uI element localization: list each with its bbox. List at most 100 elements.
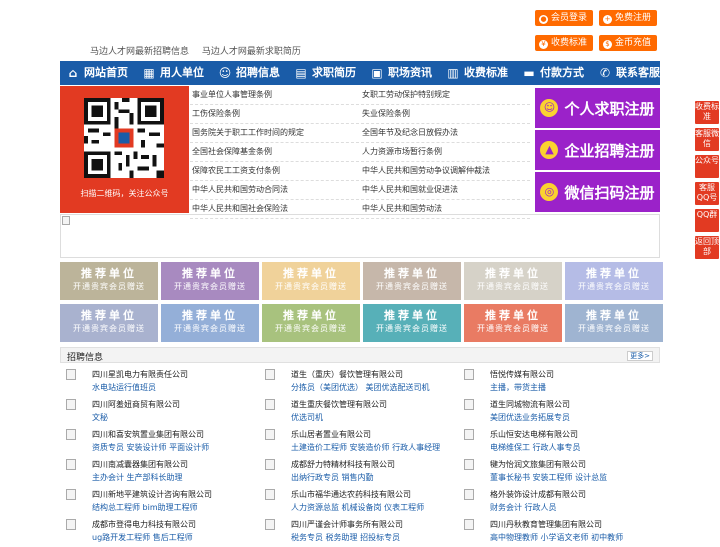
banner-ad[interactable] [60, 214, 660, 258]
company-name[interactable]: 四川阿羞妞商贸有限公司 [92, 399, 180, 410]
recommended-unit-tile[interactable]: 推荐单位 开通贵宾会员赠送 [262, 262, 360, 300]
float-qq-group[interactable]: QQ群 [695, 209, 719, 232]
nav-news[interactable]: ▣ 职场资讯 [364, 61, 440, 85]
company-logo-icon[interactable] [66, 489, 76, 500]
nav-support[interactable]: ✆ 联系客服 [592, 61, 668, 85]
job-positions[interactable]: 分拣员（美团优选） 美团优选配送司机 [291, 382, 430, 393]
job-positions[interactable]: 高中物理教师 小学语文老师 初中教师 [490, 532, 623, 543]
job-positions[interactable]: 电梯维保工 行政人事专员 [490, 442, 581, 453]
article-link[interactable]: 中华人民共和国就业促进法 [360, 181, 530, 199]
company-logo-icon[interactable] [66, 399, 76, 410]
job-positions[interactable]: 美团优选业务拓展专员 [490, 412, 570, 423]
job-positions[interactable]: 资质专员 安装设计师 平面设计师 [92, 442, 209, 453]
company-name[interactable]: 道生重庆餐饮管理有限公司 [291, 399, 387, 410]
job-positions[interactable]: 税务专员 税务助理 招投标专员 [291, 532, 400, 543]
article-link[interactable]: 中华人民共和国劳动合同法 [190, 181, 360, 199]
personal-register-button[interactable]: ☺ 个人求职注册 [535, 88, 660, 128]
job-positions[interactable]: 优选司机 [291, 412, 323, 423]
recharge-button[interactable]: $ 金币充值 [599, 35, 658, 51]
job-positions[interactable]: 董事长秘书 安装工程师 设计总监 [490, 472, 607, 483]
float-back-to-top[interactable]: 返回顶部 [695, 236, 719, 259]
company-logo-icon[interactable] [265, 369, 275, 380]
nav-employers[interactable]: ▦ 用人单位 [136, 61, 212, 85]
job-positions[interactable]: 主办会计 生产部科长助理 [92, 472, 183, 483]
recommended-unit-tile[interactable]: 推荐单位 开通贵宾会员赠送 [363, 262, 461, 300]
company-name[interactable]: 格外装饰设计成都有限公司 [490, 489, 586, 500]
float-wechat[interactable]: 客服微信 [695, 128, 719, 151]
login-button[interactable]: ● 会员登录 [535, 10, 594, 26]
recommended-unit-tile[interactable]: 推荐单位 开通贵宾会员赠送 [161, 262, 259, 300]
article-link[interactable]: 国务院关于职工工作时间的规定 [190, 124, 360, 142]
job-positions[interactable]: 主播，带货主播 [490, 382, 546, 393]
company-name[interactable]: 乐山恒安达电梯有限公司 [490, 429, 578, 440]
company-logo-icon[interactable] [265, 399, 275, 410]
recommended-unit-tile[interactable]: 推荐单位 开通贵宾会员赠送 [565, 304, 663, 342]
company-logo-icon[interactable] [464, 399, 474, 410]
company-logo-icon[interactable] [66, 459, 76, 470]
article-link[interactable]: 女职工劳动保护特别规定 [360, 86, 530, 104]
article-link[interactable]: 全国社会保障基金条例 [190, 143, 360, 161]
company-name[interactable]: 道生（重庆）餐饮管理有限公司 [291, 369, 403, 380]
company-name[interactable]: 四川严谨会计师事务所有限公司 [291, 519, 403, 530]
article-link[interactable]: 失业保险条例 [360, 105, 530, 123]
company-name[interactable]: 乐山居者置业有限公司 [291, 429, 371, 440]
recommended-unit-tile[interactable]: 推荐单位 开通贵宾会员赠送 [262, 304, 360, 342]
pricing-button[interactable]: ¥ 收费标准 [535, 35, 594, 51]
nav-payment[interactable]: ▬ 付款方式 [516, 61, 592, 85]
recommended-unit-tile[interactable]: 推荐单位 开通贵宾会员赠送 [363, 304, 461, 342]
company-name[interactable]: 悟悦传媒有限公司 [490, 369, 554, 380]
company-logo-icon[interactable] [464, 459, 474, 470]
company-logo-icon[interactable] [66, 369, 76, 380]
company-name[interactable]: 四川南减囊器集团有限公司 [92, 459, 188, 470]
company-logo-icon[interactable] [265, 519, 275, 530]
latest-jobs-link[interactable]: 马边人才网最新招聘信息 [90, 47, 189, 57]
float-official-account[interactable]: 公众号 [695, 155, 719, 178]
job-positions[interactable]: 财务会计 行政人员 [490, 502, 557, 513]
company-logo-icon[interactable] [464, 429, 474, 440]
job-positions[interactable]: 水电站运行值班员 [92, 382, 156, 393]
company-name[interactable]: 乐山市福华通达农药科技有限公司 [291, 489, 411, 500]
recommended-unit-tile[interactable]: 推荐单位 开通贵宾会员赠送 [161, 304, 259, 342]
recommended-unit-tile[interactable]: 推荐单位 开通贵宾会员赠送 [60, 304, 158, 342]
nav-home[interactable]: ⌂ 网站首页 [60, 61, 136, 85]
job-positions[interactable]: 出纳行政专员 销售内勤 [291, 472, 374, 483]
company-logo-icon[interactable] [265, 459, 275, 470]
float-qq[interactable]: 客服QQ号 [695, 182, 719, 205]
recommended-unit-tile[interactable]: 推荐单位 开通贵宾会员赠送 [565, 262, 663, 300]
job-positions[interactable]: 人力资源总监 机械设备岗 仪表工程师 [291, 502, 424, 513]
company-name[interactable]: 成都舒力特精材科技有限公司 [291, 459, 395, 470]
company-name[interactable]: 成都市登得电力科技有限公司 [92, 519, 196, 530]
article-link[interactable]: 工伤保险条例 [190, 105, 360, 123]
wechat-register-button[interactable]: ◎ 微信扫码注册 [535, 172, 660, 212]
job-positions[interactable]: 土建造价工程师 安装造价师 行政人事经理 [291, 442, 440, 453]
article-link[interactable]: 事业单位人事管理条例 [190, 86, 360, 104]
article-link[interactable]: 保障农民工工资支付条例 [190, 162, 360, 180]
company-name[interactable]: 犍为怡润文旅集团有限公司 [490, 459, 586, 470]
company-logo-icon[interactable] [265, 489, 275, 500]
article-link[interactable]: 全国年节及纪念日放假办法 [360, 124, 530, 142]
latest-resumes-link[interactable]: 马边人才网最新求职简历 [202, 47, 301, 57]
job-positions[interactable]: 结构总工程师 bim助理工程师 [92, 502, 198, 513]
job-positions[interactable]: ug路开发工程师 售后工程师 [92, 532, 193, 543]
recommended-unit-tile[interactable]: 推荐单位 开通贵宾会员赠送 [464, 304, 562, 342]
register-button[interactable]: + 免费注册 [599, 10, 658, 26]
nav-jobs[interactable]: ☺ 招聘信息 [212, 61, 288, 85]
company-logo-icon[interactable] [464, 519, 474, 530]
recommended-unit-tile[interactable]: 推荐单位 开通贵宾会员赠送 [60, 262, 158, 300]
company-logo-icon[interactable] [464, 489, 474, 500]
company-logo-icon[interactable] [265, 429, 275, 440]
article-link[interactable]: 人力资源市场暂行条例 [360, 143, 530, 161]
company-logo-icon[interactable] [66, 429, 76, 440]
job-positions[interactable]: 文秘 [92, 412, 108, 423]
company-name[interactable]: 四川和喜安筑置业集团有限公司 [92, 429, 204, 440]
more-link[interactable]: 更多> [627, 351, 653, 361]
recommended-unit-tile[interactable]: 推荐单位 开通贵宾会员赠送 [464, 262, 562, 300]
enterprise-register-button[interactable]: ▲ 企业招聘注册 [535, 130, 660, 170]
company-name[interactable]: 四川星凯电力有限责任公司 [92, 369, 188, 380]
company-logo-icon[interactable] [464, 369, 474, 380]
company-name[interactable]: 道生同城物流有限公司 [490, 399, 570, 410]
company-logo-icon[interactable] [66, 519, 76, 530]
company-name[interactable]: 四川丹秋教育管理集团有限公司 [490, 519, 602, 530]
nav-resumes[interactable]: ▤ 求职简历 [288, 61, 364, 85]
float-pricing[interactable]: 收费标准 [695, 101, 719, 124]
